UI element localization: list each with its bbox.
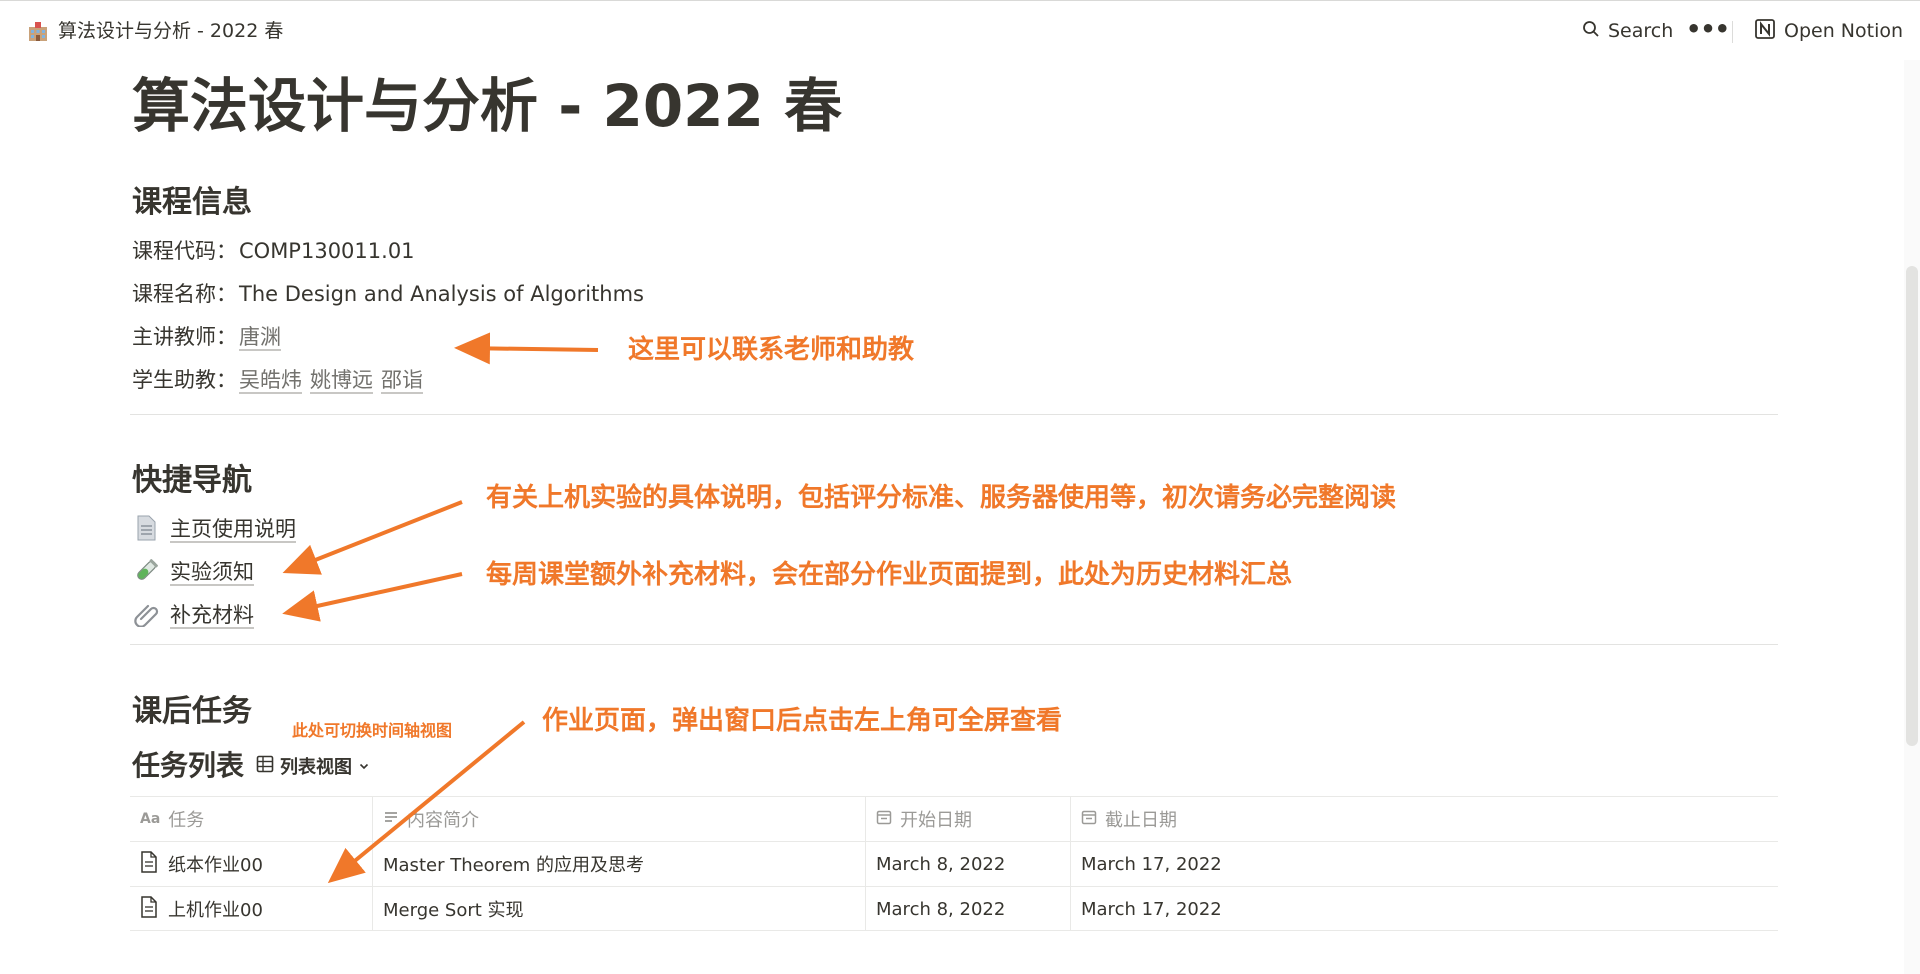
task-start-date-cell[interactable]: March 8, 2022 (865, 842, 1070, 886)
test-tube-icon (132, 557, 160, 585)
column-header-start-date[interactable]: 开始日期 (865, 797, 1070, 841)
top-bar: 算法设计与分析 - 2022 春 Search ••• Open Notion (0, 0, 1920, 60)
scrollbar-thumb[interactable] (1906, 266, 1918, 746)
nav-link-label: 实验须知 (170, 560, 254, 584)
table-row[interactable]: 纸本作业00 Master Theorem 的应用及思考 March 8, 20… (130, 841, 1778, 886)
section-divider (130, 644, 1778, 645)
view-label: 列表视图 (280, 757, 352, 778)
ta-mention[interactable]: 姚博远 (310, 368, 373, 392)
tasks-table: Aa 任务 内容简介 开始日期 截止日期 纸本作业00 Master Theor… (130, 796, 1778, 931)
ta-row: 学生助教：吴皓炜 姚博远 邵诣 (132, 365, 431, 395)
teacher-row: 主讲教师：唐渊 (132, 322, 289, 352)
course-code-value: COMP130011.01 (239, 239, 415, 263)
course-name-value: The Design and Analysis of Algorithms (239, 282, 644, 306)
column-header-description[interactable]: 内容简介 (372, 797, 865, 841)
search-label: Search (1608, 20, 1674, 42)
task-due-date-cell[interactable]: March 17, 2022 (1070, 887, 1778, 931)
nav-link-label: 主页使用说明 (170, 517, 296, 541)
arrow-to-teacher (454, 332, 599, 365)
column-header-label: 任务 (168, 810, 205, 831)
column-header-due-date[interactable]: 截止日期 (1070, 797, 1778, 841)
table-view-icon (256, 755, 274, 778)
nav-link-label: 补充材料 (170, 603, 254, 627)
search-button[interactable]: Search (1582, 17, 1673, 45)
ta-mention[interactable]: 吴皓炜 (239, 368, 302, 392)
text-property-icon (383, 809, 399, 830)
page-icon (132, 514, 160, 542)
column-header-label: 截止日期 (1105, 810, 1177, 831)
column-header-label: 内容简介 (407, 810, 479, 831)
search-icon (1582, 20, 1600, 43)
nav-link-homepage-guide[interactable]: 主页使用说明 (132, 512, 296, 544)
calendar-icon (1081, 809, 1097, 830)
view-switcher[interactable]: 列表视图 (256, 752, 370, 780)
nav-link-lab-notes[interactable]: 实验须知 (132, 555, 254, 587)
ta-mention[interactable]: 邵诣 (381, 368, 423, 392)
course-code-label: 课程代码： (132, 239, 237, 263)
page-title: 算法设计与分析 - 2022 春 (132, 72, 843, 140)
paperclip-icon (132, 600, 160, 628)
course-info-heading: 课程信息 (132, 185, 252, 220)
annotation-materials: 每周课堂额外补充材料，会在部分作业页面提到，此处为历史材料汇总 (486, 560, 1293, 590)
nav-link-supplementary[interactable]: 补充材料 (132, 598, 254, 630)
document-icon (140, 895, 158, 923)
table-header-row: Aa 任务 内容简介 开始日期 截止日期 (130, 796, 1778, 841)
column-header-label: 开始日期 (900, 810, 972, 831)
course-code-row: 课程代码：COMP130011.01 (132, 236, 415, 266)
arrow-to-supplementary (282, 572, 463, 622)
tasks-heading: 课后任务 (132, 694, 252, 729)
task-start-date-cell[interactable]: March 8, 2022 (865, 887, 1070, 931)
breadcrumb[interactable]: 算法设计与分析 - 2022 春 (58, 19, 283, 43)
table-row[interactable]: 上机作业00 Merge Sort 实现 March 8, 2022 March… (130, 886, 1778, 931)
calendar-icon (876, 809, 892, 830)
chevron-down-icon (358, 756, 370, 777)
arrow-to-lab-notes (282, 500, 463, 575)
title-property-icon: Aa (140, 811, 161, 827)
task-name-cell[interactable]: 纸本作业00 (130, 842, 372, 886)
school-icon (26, 19, 50, 43)
task-due-date-cell[interactable]: March 17, 2022 (1070, 842, 1778, 886)
quick-nav-heading: 快捷导航 (132, 463, 252, 498)
open-notion-label: Open Notion (1784, 20, 1904, 42)
more-options-button[interactable]: ••• (1686, 17, 1730, 45)
annotation-homework: 作业页面，弹出窗口后点击左上角可全屏查看 (542, 706, 1063, 736)
course-name-row: 课程名称：The Design and Analysis of Algorith… (132, 279, 644, 309)
toolbar-divider (1732, 21, 1733, 43)
section-divider (130, 414, 1778, 415)
database-title[interactable]: 任务列表 (132, 746, 244, 786)
task-name: 上机作业00 (168, 900, 263, 921)
task-description-cell[interactable]: Master Theorem 的应用及思考 (372, 842, 865, 886)
ta-label: 学生助教： (132, 368, 237, 392)
annotation-contact: 这里可以联系老师和助教 (628, 335, 915, 365)
teacher-label: 主讲教师： (132, 325, 237, 349)
notion-logo-icon (1754, 18, 1776, 45)
annotation-lab: 有关上机实验的具体说明，包括评分标准、服务器使用等，初次请务必完整阅读 (486, 483, 1397, 513)
task-description-cell[interactable]: Merge Sort 实现 (372, 887, 865, 931)
annotation-timeline: 此处可切换时间轴视图 (292, 721, 453, 740)
course-name-label: 课程名称： (132, 282, 237, 306)
open-notion-button[interactable]: Open Notion (1754, 17, 1903, 45)
document-icon (140, 850, 158, 878)
teacher-mention[interactable]: 唐渊 (239, 325, 281, 349)
task-name: 纸本作业00 (168, 855, 263, 876)
task-name-cell[interactable]: 上机作业00 (130, 887, 372, 931)
column-header-task[interactable]: Aa 任务 (130, 797, 372, 841)
